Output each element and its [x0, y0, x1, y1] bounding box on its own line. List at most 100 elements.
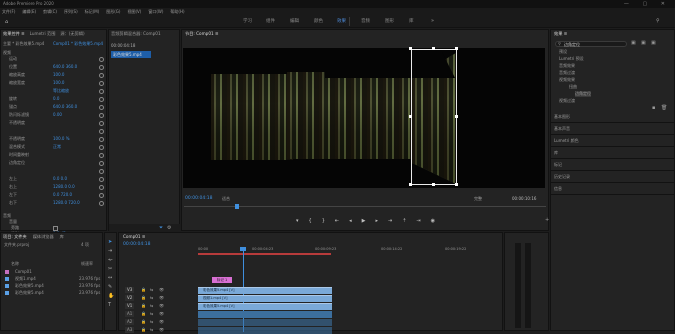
reset-icon[interactable] [99, 112, 104, 118]
program-title[interactable]: 节目: Comp01 ≡ [182, 30, 548, 38]
ws-graphics[interactable]: 图形 [385, 15, 394, 28]
lock-icon[interactable]: 🔒 [141, 311, 146, 317]
type-tool-icon[interactable]: T [108, 302, 114, 308]
collapsed-panel-header[interactable]: 标记 [554, 162, 562, 168]
menu-window[interactable]: 窗口(W) [148, 8, 163, 15]
col-framerate[interactable]: 帧速率 [81, 261, 93, 267]
export-frame-icon[interactable]: ◉ [431, 218, 435, 224]
fit-dropdown[interactable]: 适合 [222, 196, 230, 202]
corner-handle-br[interactable] [455, 183, 458, 186]
menu-graphics[interactable]: 图形(G) [106, 8, 120, 15]
reset-icon[interactable] [99, 96, 104, 102]
ws-effects[interactable]: 效果 [337, 15, 346, 28]
tab-lumetri-scopes[interactable]: Lumetri 范围 [30, 30, 56, 38]
home-icon[interactable]: ⌂ [5, 19, 8, 25]
eye-icon[interactable]: 👁 [159, 319, 164, 325]
tab-audio-clip-mixer[interactable]: 音频剪辑混合器: Comp01 [109, 30, 179, 38]
label-color-swatch[interactable] [5, 291, 9, 295]
menu-edit[interactable]: 编辑(E) [22, 8, 36, 15]
pen-tool-icon[interactable]: ✎ [108, 284, 114, 290]
ec-row-value[interactable]: 640.0 360.0 [53, 104, 77, 110]
step-back-icon[interactable]: ◂ [349, 218, 352, 224]
collapsed-panel-header[interactable]: 信息 [554, 186, 562, 192]
ws-learn[interactable]: 学习 [243, 15, 252, 28]
reset-icon[interactable] [99, 104, 104, 110]
edge-handle-right[interactable] [455, 115, 458, 118]
effects-tree-item[interactable]: 边角定位 [575, 91, 591, 97]
reset-icon[interactable] [99, 160, 104, 166]
eye-icon[interactable]: 👁 [159, 311, 164, 317]
play-icon[interactable]: ▶ [362, 218, 366, 224]
step-forward-icon[interactable]: ▸ [375, 218, 378, 224]
collapsed-panel-header[interactable]: 基本图形 [554, 114, 570, 120]
effects-tree-item[interactable]: Lumetri 预设 [559, 56, 584, 62]
menu-file[interactable]: 文件(F) [2, 8, 15, 15]
reset-icon[interactable] [99, 136, 104, 142]
menu-clip[interactable]: 剪辑(C) [43, 8, 57, 15]
track-header[interactable]: V1 [125, 303, 135, 309]
mark-in-icon[interactable]: { [309, 218, 312, 224]
label-color-swatch[interactable] [5, 284, 9, 288]
reset-icon[interactable] [99, 72, 104, 78]
lock-icon[interactable]: 🔒 [141, 295, 146, 301]
project-item-name[interactable]: 视频1.mp4 [15, 276, 36, 282]
project-item-name[interactable]: 彩色效果5.mp4 [15, 290, 44, 296]
delete-icon[interactable]: 🗑 [661, 105, 667, 111]
sync-icon[interactable]: ⇆ [150, 303, 153, 309]
track-header[interactable]: A3 [125, 327, 135, 333]
selection-tool-icon[interactable]: ➤ [108, 239, 114, 245]
track-header[interactable]: A1 [125, 311, 135, 317]
collapsed-panel-header[interactable]: 基本声音 [554, 126, 570, 132]
reset-icon[interactable] [99, 192, 104, 198]
ec-row-value[interactable]: 640.0 360.0 [53, 64, 77, 70]
project-item-name[interactable]: 彩色效果5.mp4 [15, 283, 44, 289]
tab-project[interactable]: 项目: 文件夹 [3, 233, 27, 241]
track-header[interactable]: V3 [125, 287, 135, 293]
program-timecode[interactable]: 00:00:04:18 [185, 196, 212, 202]
ws-edit[interactable]: 编辑 [290, 15, 299, 28]
effects-tree-item[interactable]: 音频效果 [559, 63, 575, 69]
mini-clip[interactable]: 彩色效果5.mp4 [111, 51, 151, 58]
effects-tree-item[interactable]: 预设 [559, 49, 567, 55]
tab-source[interactable]: 源：(无剪辑) [60, 30, 84, 38]
corner-handle-tl[interactable] [409, 47, 412, 50]
reset-icon[interactable] [99, 64, 104, 70]
sync-icon[interactable]: ⇆ [150, 287, 153, 293]
menu-help[interactable]: 帮助(H) [170, 8, 184, 15]
audio-clip[interactable] [198, 319, 332, 326]
lift-icon[interactable]: ⇡ [402, 218, 406, 224]
reset-icon[interactable] [99, 200, 104, 206]
reset-icon[interactable] [99, 120, 104, 126]
extract-icon[interactable]: ⇥ [416, 218, 420, 224]
program-playhead[interactable] [235, 204, 239, 209]
eye-icon[interactable]: 👁 [159, 287, 164, 293]
lock-icon[interactable]: 🔒 [141, 287, 146, 293]
mark-out-icon[interactable]: } [322, 218, 325, 224]
ec-row-value[interactable]: 0.0 720.0 [53, 192, 72, 198]
track-select-icon[interactable]: ⇥ [108, 248, 114, 254]
32bit-icon[interactable]: ▣ [641, 40, 646, 46]
sync-icon[interactable]: ⇆ [150, 311, 153, 317]
corner-handle-bl[interactable] [409, 183, 412, 186]
reset-icon[interactable] [99, 80, 104, 86]
track-header[interactable]: A2 [125, 319, 135, 325]
yuv-icon[interactable]: ▣ [651, 40, 656, 46]
playhead-handle[interactable] [240, 247, 246, 251]
timeline-tab[interactable]: Comp01 ≡ [119, 233, 502, 241]
ec-sequence-label[interactable]: Comp01 * 彩色效果5.mp4 [53, 41, 103, 46]
collapsed-panel-header[interactable]: 历史记录 [554, 174, 570, 180]
accelerated-icon[interactable]: ▣ [631, 40, 636, 46]
reset-icon[interactable] [99, 56, 104, 62]
work-area-bar[interactable] [198, 253, 331, 255]
razor-tool-icon[interactable]: ✂ [108, 266, 114, 272]
ec-row-value[interactable]: 100.0 [53, 72, 64, 78]
ws-color[interactable]: 颜色 [314, 15, 323, 28]
menu-sequence[interactable]: 序列(S) [64, 8, 78, 15]
effects-tree-item[interactable]: 视频过渡 [559, 98, 575, 104]
tab-effect-controls[interactable]: 效果控件 ≡ [3, 30, 25, 38]
ec-row-value[interactable]: 1280.0 720.0 [53, 200, 80, 206]
lock-icon[interactable]: 🔒 [141, 319, 146, 325]
ec-row-value[interactable]: 等比缩放 [53, 88, 69, 94]
add-button-icon[interactable]: + [545, 217, 549, 223]
reset-icon[interactable] [99, 176, 104, 182]
